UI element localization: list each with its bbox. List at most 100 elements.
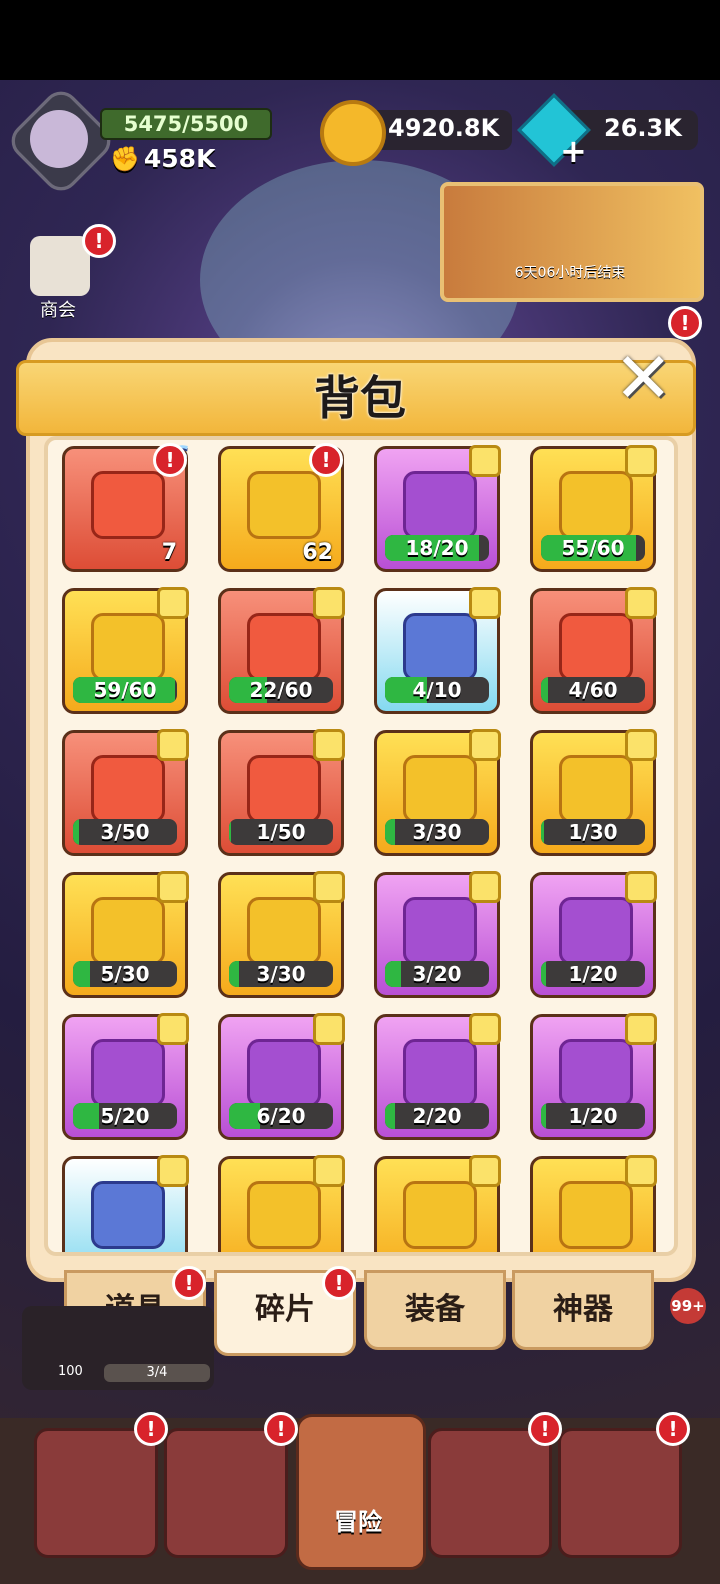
item-icon [91,470,165,539]
item-grid: 7SS!62!18/2055/6059/6022/604/104/603/501… [44,436,678,1256]
puzzle-piece-icon [625,587,657,619]
item-slot[interactable]: 1/20 [530,871,657,998]
item-slot[interactable] [62,1155,189,1252]
new-item-badge: ! [153,443,187,477]
item-slot[interactable]: 7SS! [62,443,189,572]
item-slot[interactable]: 18/20 [374,445,501,572]
tab-alert-badge: ! [322,1266,356,1300]
fragment-progress-text: 59/60 [93,678,157,702]
item-slot[interactable]: 55/60 [530,445,657,572]
item-slot[interactable]: 5/20 [62,1013,189,1140]
fragment-progress-bar: 18/20 [385,535,489,561]
fragment-progress-text: 55/60 [561,536,625,560]
tab-3[interactable]: 神器 [512,1270,654,1350]
puzzle-piece-icon [469,871,501,903]
fragment-progress-bar: 2/20 [385,1103,489,1129]
item-count: 62 [302,540,333,565]
fragment-progress-text: 4/60 [568,678,618,702]
item-slot[interactable] [218,1155,345,1252]
puzzle-piece-icon [625,729,657,761]
item-icon [247,612,321,681]
quest-hint-progress: 3/4 [104,1364,210,1382]
fragment-progress-bar: 1/30 [541,819,645,845]
nav-trophy-alert: ! [656,1412,690,1446]
item-slot[interactable]: 1/30 [530,729,657,856]
puzzle-piece-icon [157,1013,189,1045]
new-item-badge: ! [309,443,343,477]
item-icon [403,754,477,823]
nav-helmet-button[interactable] [164,1428,288,1558]
item-icon [559,896,633,965]
puzzle-piece-icon [157,729,189,761]
fragment-progress-bar: 3/30 [229,961,333,987]
fragment-progress-text: 22/60 [249,678,313,702]
fragment-progress-text: 5/20 [100,1104,150,1128]
fragment-progress-bar: 59/60 [73,677,177,703]
puzzle-piece-icon [469,1155,501,1187]
shop-alert-badge: ! [82,224,116,258]
fist-icon: ✊ [110,145,140,173]
puzzle-piece-icon [157,587,189,619]
hp-counter: 5475/5500 [100,108,272,140]
item-slot[interactable] [530,1155,657,1252]
puzzle-piece-icon [625,1013,657,1045]
tab-2[interactable]: 装备 [364,1270,506,1350]
quest-hint-number: 100 [58,1364,83,1379]
fragment-progress-bar: 22/60 [229,677,333,703]
shop-icon[interactable] [30,236,90,296]
side-alert-badge: ! [668,306,702,340]
item-icon [559,1180,633,1249]
nav-target-button[interactable] [428,1428,552,1558]
puzzle-piece-icon [313,729,345,761]
nav-trophy-button[interactable] [558,1428,682,1558]
power-display: ✊ 458K [110,144,215,173]
item-slot[interactable]: 3/50 [62,729,189,856]
item-slot[interactable]: 1/20 [530,1013,657,1140]
fragment-progress-text: 1/50 [256,820,306,844]
add-gem-icon[interactable]: + [560,132,587,170]
puzzle-piece-icon [469,1013,501,1045]
gold-amount: 4920.8K [388,114,500,142]
close-button[interactable]: ✕ [614,343,676,413]
item-icon [559,612,633,681]
nav-weapon-button[interactable] [34,1428,158,1558]
item-slot[interactable] [374,1155,501,1252]
item-slot[interactable]: 4/10 [374,587,501,714]
item-slot[interactable]: 5/30 [62,871,189,998]
item-icon [91,612,165,681]
item-icon [403,1038,477,1107]
fragment-progress-bar: 3/50 [73,819,177,845]
item-slot[interactable]: 3/30 [374,729,501,856]
item-count: 7 [161,540,177,565]
item-slot[interactable]: 3/20 [374,871,501,998]
notification-count-badge: 99+ [670,1288,706,1324]
item-slot[interactable]: 1/50 [218,729,345,856]
fragment-progress-text: 1/20 [568,962,618,986]
fragment-progress-text: 4/10 [412,678,462,702]
shop-label: 商会 [40,300,76,321]
puzzle-piece-icon [625,1155,657,1187]
item-icon [91,1038,165,1107]
item-icon [559,754,633,823]
item-slot[interactable]: 62! [218,443,344,572]
item-icon [403,470,477,539]
fragment-progress-bar: 5/20 [73,1103,177,1129]
item-slot[interactable]: 22/60 [218,587,345,714]
item-icon [559,470,633,539]
item-slot[interactable]: 2/20 [374,1013,501,1140]
player-avatar[interactable] [30,110,88,168]
event-banner[interactable] [440,182,704,302]
item-slot[interactable]: 3/30 [218,871,345,998]
fragment-progress-text: 3/30 [256,962,306,986]
fragment-progress-bar: 1/20 [541,1103,645,1129]
item-slot[interactable]: 6/20 [218,1013,345,1140]
item-icon [559,1038,633,1107]
item-icon [403,1180,477,1249]
fragment-progress-bar: 1/50 [229,819,333,845]
nav-weapon-alert: ! [134,1412,168,1446]
fragment-progress-text: 1/20 [568,1104,618,1128]
fragment-progress-text: 2/20 [412,1104,462,1128]
item-slot[interactable]: 59/60 [62,587,189,714]
nav-adventure-button[interactable] [296,1414,426,1570]
item-slot[interactable]: 4/60 [530,587,657,714]
